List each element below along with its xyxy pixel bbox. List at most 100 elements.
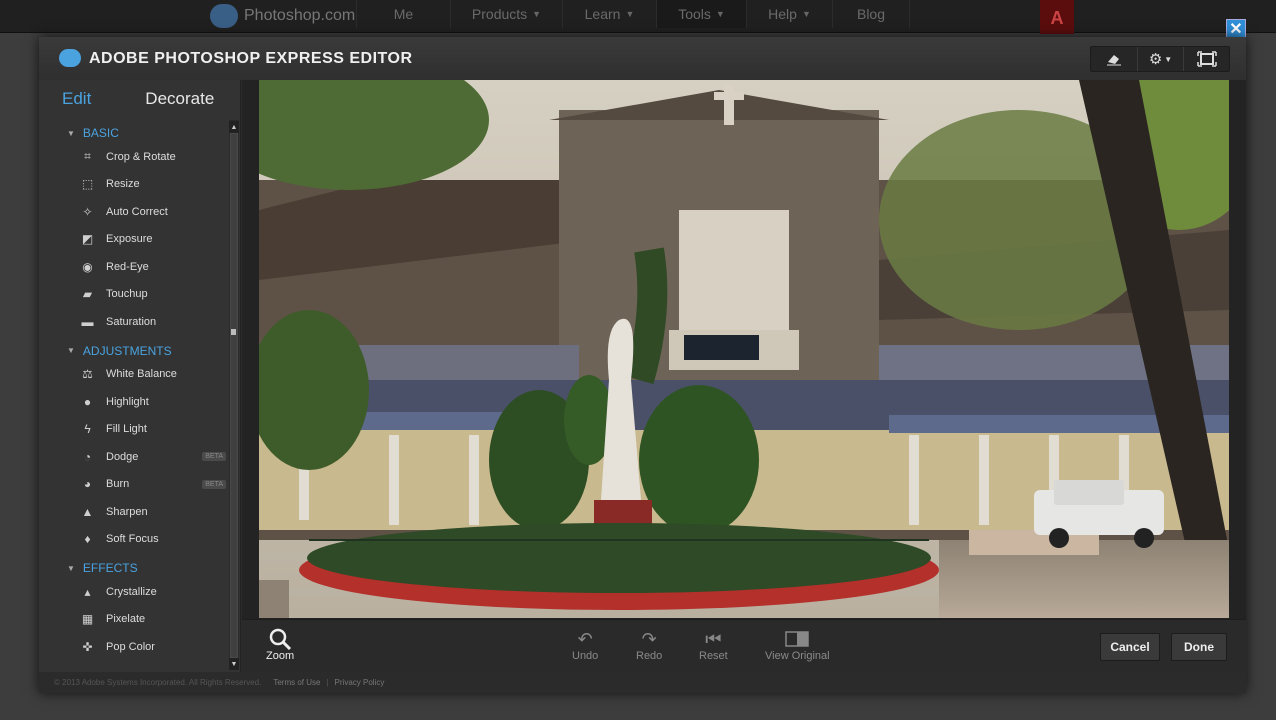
tool-saturation[interactable]: ▬ Saturation bbox=[39, 308, 240, 336]
nav-item-products[interactable]: Products ▼ bbox=[450, 0, 562, 28]
tool-white-balance[interactable]: ⚖ White Balance bbox=[39, 361, 240, 389]
tool-auto-correct[interactable]: ✧ Auto Correct bbox=[39, 198, 240, 226]
tool-crystallize[interactable]: ▴ Crystallize bbox=[39, 578, 240, 606]
saturation-icon: ▬ bbox=[81, 314, 94, 329]
section-title: EFFECTS bbox=[82, 561, 138, 575]
scroll-up-button[interactable]: ▲ bbox=[229, 121, 239, 133]
scrollbar-thumb[interactable] bbox=[230, 133, 238, 658]
done-label: Done bbox=[1184, 640, 1214, 654]
tool-label: Touchup bbox=[106, 288, 148, 301]
reset-label: Reset bbox=[699, 650, 728, 662]
tool-fill-light[interactable]: ϟ Fill Light bbox=[39, 416, 240, 444]
section-header-adjustments[interactable]: ▼ ADJUSTMENTS bbox=[39, 341, 240, 361]
arrow-down-icon: ▼ bbox=[230, 660, 238, 668]
caret-down-icon: ▼ bbox=[1164, 54, 1173, 64]
tool-label: Fill Light bbox=[106, 423, 147, 436]
undo-label: Undo bbox=[572, 650, 599, 662]
exposure-icon: ◩ bbox=[81, 232, 94, 247]
nav-item-me[interactable]: Me bbox=[356, 0, 450, 28]
tool-touchup[interactable]: ▰ Touchup bbox=[39, 281, 240, 309]
reset-button[interactable]: ⏮ Reset bbox=[699, 628, 728, 663]
footer-separator: | bbox=[326, 678, 329, 687]
scrollbar-grip-icon bbox=[231, 329, 236, 335]
eraser-button[interactable] bbox=[1091, 47, 1137, 71]
photo[interactable] bbox=[259, 80, 1229, 618]
settings-button[interactable]: ⚙ ▼ bbox=[1137, 47, 1183, 71]
editor-titlebar: ADOBE PHOTOSHOP EXPRESS EDITOR ⚙ ▼ bbox=[39, 37, 1246, 80]
gear-icon: ⚙ bbox=[1148, 51, 1163, 68]
section-header-basic[interactable]: ▼ BASIC bbox=[39, 123, 240, 143]
view-original-button[interactable]: View Original bbox=[765, 628, 830, 662]
caret-down-icon: ▼ bbox=[715, 9, 725, 19]
beta-badge: BETA bbox=[202, 479, 226, 489]
nav-item-tools[interactable]: Tools ▼ bbox=[656, 0, 746, 28]
privacy-policy-link[interactable]: Privacy Policy bbox=[335, 678, 385, 687]
adobe-logo-letter: A bbox=[1050, 7, 1064, 28]
tool-pixelate[interactable]: ▦ Pixelate bbox=[39, 606, 240, 634]
reset-icon: ⏮ bbox=[705, 628, 722, 649]
redo-icon: ↷ bbox=[641, 628, 657, 649]
scroll-down-button[interactable]: ▼ bbox=[229, 658, 239, 670]
pop-color-icon: ✜ bbox=[82, 639, 93, 654]
tool-pop-color[interactable]: ✜ Pop Color bbox=[39, 633, 240, 661]
done-button[interactable]: Done bbox=[1171, 633, 1227, 661]
nav-item-help[interactable]: Help ▼ bbox=[746, 0, 832, 28]
section-title: ADJUSTMENTS bbox=[82, 343, 172, 358]
nav-item-learn[interactable]: Learn ▼ bbox=[562, 0, 656, 28]
caret-down-icon: ▼ bbox=[625, 9, 635, 19]
view-original-label: View Original bbox=[765, 650, 830, 662]
close-editor-button[interactable]: ✕ bbox=[1226, 19, 1246, 39]
nav-label: Blog bbox=[856, 6, 886, 22]
tab-decorate[interactable]: Decorate bbox=[145, 89, 214, 109]
tool-soft-focus[interactable]: ♦ Soft Focus bbox=[39, 526, 240, 554]
fullscreen-icon bbox=[1196, 51, 1217, 67]
site-brand[interactable]: Photoshop.com bbox=[210, 2, 355, 30]
adobe-logo[interactable]: A bbox=[1040, 0, 1074, 36]
crystallize-icon: ▴ bbox=[84, 584, 91, 599]
bandage-icon: ▰ bbox=[82, 287, 93, 302]
fullscreen-button[interactable] bbox=[1183, 47, 1229, 71]
tool-label: Highlight bbox=[106, 395, 149, 408]
cancel-button[interactable]: Cancel bbox=[1100, 633, 1160, 661]
cancel-label: Cancel bbox=[1110, 640, 1150, 654]
photoshop-express-logo-icon bbox=[59, 49, 81, 67]
nav-label: Help bbox=[768, 6, 797, 22]
tool-label: Soft Focus bbox=[106, 533, 159, 546]
editor-title: ADOBE PHOTOSHOP EXPRESS EDITOR bbox=[89, 50, 413, 67]
tool-crop-rotate[interactable]: ⌗ Crop & Rotate bbox=[39, 143, 240, 171]
tool-label: White Balance bbox=[106, 368, 177, 381]
resize-icon: ⬚ bbox=[81, 177, 94, 192]
tool-exposure[interactable]: ◩ Exposure bbox=[39, 226, 240, 254]
zoom-button[interactable]: Zoom bbox=[266, 628, 294, 662]
tool-red-eye[interactable]: ◉ Red-Eye bbox=[39, 253, 240, 281]
editor-window: ADOBE PHOTOSHOP EXPRESS EDITOR ⚙ ▼ Edit D… bbox=[39, 37, 1246, 693]
tool-burn[interactable]: ◕ Burn BETA bbox=[39, 471, 240, 499]
close-icon: ✕ bbox=[1229, 21, 1243, 38]
tool-resize[interactable]: ⬚ Resize bbox=[39, 171, 240, 199]
section-header-effects[interactable]: ▼ EFFECTS bbox=[39, 558, 240, 578]
bottom-toolbar: Zoom ↶ Undo ↷ Redo ⏮ Reset View Original… bbox=[242, 619, 1246, 672]
terms-of-use-link[interactable]: Terms of Use bbox=[273, 678, 320, 687]
nav-item-blog[interactable]: Blog bbox=[832, 0, 910, 28]
nav-label: Products bbox=[471, 6, 528, 22]
photo-image bbox=[259, 80, 1229, 618]
tool-label: Crystallize bbox=[106, 585, 157, 598]
tab-edit[interactable]: Edit bbox=[62, 89, 91, 109]
tool-dodge[interactable]: ◔ Dodge BETA bbox=[39, 443, 240, 471]
tool-highlight[interactable]: ● Highlight bbox=[39, 388, 240, 416]
titlebar-buttons: ⚙ ▼ bbox=[1090, 46, 1230, 72]
droplet-icon: ♦ bbox=[84, 532, 91, 547]
image-canvas[interactable] bbox=[242, 80, 1246, 619]
tool-list: ▼ BASIC ⌗ Crop & Rotate ⬚ Resize ✧ Auto Correct… bbox=[39, 123, 240, 661]
site-nav: Photoshop.com Me Products ▼ Learn ▼ Tools ▼… bbox=[0, 0, 1276, 36]
collapse-triangle-icon: ▼ bbox=[67, 563, 75, 573]
redo-button[interactable]: ↷ Redo bbox=[636, 628, 662, 663]
collapse-triangle-icon: ▼ bbox=[67, 346, 75, 355]
scale-icon: ⚖ bbox=[82, 367, 93, 382]
compare-icon bbox=[785, 628, 810, 650]
undo-button[interactable]: ↶ Undo bbox=[572, 628, 599, 663]
collapse-triangle-icon: ▼ bbox=[67, 128, 75, 138]
burn-icon: ◕ bbox=[83, 477, 92, 492]
tool-sharpen[interactable]: ▲ Sharpen bbox=[39, 498, 240, 526]
sidebar-tabs: Edit Decorate bbox=[39, 80, 240, 118]
